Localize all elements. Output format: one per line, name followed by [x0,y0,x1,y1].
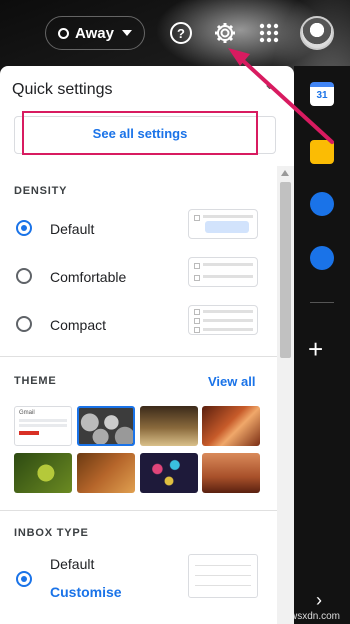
theme-tile-leaf[interactable] [14,453,72,493]
density-default-preview [188,209,258,239]
quick-settings-panel: Quick settings ⌄ See all settings DENSIT… [0,66,294,624]
radio-button[interactable] [16,571,32,587]
status-label: Away [75,24,114,42]
contacts-icon[interactable] [310,246,334,270]
preview-line [203,328,253,331]
theme-tile-chess[interactable] [140,406,198,446]
theme-tile-lights[interactable] [140,453,198,493]
density-option-compact[interactable]: Compact [14,305,264,340]
density-option-default[interactable]: Default [14,209,264,244]
preview-line [203,263,253,266]
watermark: wsxdn.com [290,611,341,622]
density-option-comfortable[interactable]: Comfortable [14,257,264,292]
caret-down-icon [121,30,132,36]
avatar[interactable] [300,16,334,50]
gmail-thumb-bar [19,424,67,427]
preview-attachment [205,221,249,233]
help-icon[interactable]: ? [168,20,194,46]
radio-button[interactable] [16,316,32,332]
preview-line [195,575,251,576]
section-divider [0,510,277,511]
preview-line [195,565,251,566]
density-label: Comfortable [50,269,127,285]
preview-checkbox [194,327,200,333]
gear-icon[interactable] [212,20,238,46]
status-dot-icon [58,27,70,39]
gmail-thumb-accent [19,431,39,435]
theme-tile-bubbles[interactable] [77,406,135,446]
view-all-themes-link[interactable]: View all [208,374,255,389]
preview-checkbox [194,275,200,281]
scrollbar-thumb[interactable] [280,182,291,358]
status-button[interactable]: Away [45,16,145,50]
svg-text:?: ? [177,26,185,41]
tasks-icon[interactable] [310,192,334,216]
customise-link[interactable]: Customise [50,584,122,600]
theme-tile-autumn[interactable] [77,453,135,493]
inbox-type-heading: INBOX TYPE [14,527,89,539]
preview-checkbox [194,318,200,324]
strip-divider [310,302,334,303]
preview-line [203,319,253,322]
inbox-type-preview [188,554,258,598]
apps-grid-icon[interactable] [256,20,282,46]
preview-line [195,585,251,586]
theme-tile-gmail-default[interactable]: Gmail [14,406,72,446]
preview-line [203,310,253,313]
close-icon[interactable]: ⌄ [263,74,276,94]
preview-checkbox [194,215,200,221]
density-compact-preview [188,305,258,335]
calendar-icon[interactable]: 31 [310,82,334,106]
radio-button[interactable] [16,268,32,284]
preview-line [203,215,253,218]
density-comfortable-preview [188,257,258,287]
theme-tile-canyon[interactable] [202,406,260,446]
density-label: Compact [50,317,107,333]
preview-checkbox [194,309,200,315]
radio-button[interactable] [16,220,32,236]
gmail-thumb-bar [19,419,67,422]
chevron-right-icon[interactable]: › [316,590,322,611]
preview-checkbox [194,263,200,269]
section-divider [0,356,277,357]
panel-title: Quick settings [12,81,113,98]
inbox-type-label: Default [50,556,95,572]
gmail-thumb-label: Gmail [19,410,35,416]
keep-icon[interactable] [310,140,334,164]
density-label: Default [50,221,95,237]
density-heading: DENSITY [14,185,68,197]
side-app-strip: 31 + › [294,66,350,624]
add-icon[interactable]: + [308,336,323,362]
theme-tile-desert[interactable] [202,453,260,493]
scroll-up-icon[interactable] [281,170,289,176]
see-all-settings-button[interactable]: See all settings [22,111,258,155]
theme-heading: THEME [14,375,57,387]
preview-line [203,275,253,278]
